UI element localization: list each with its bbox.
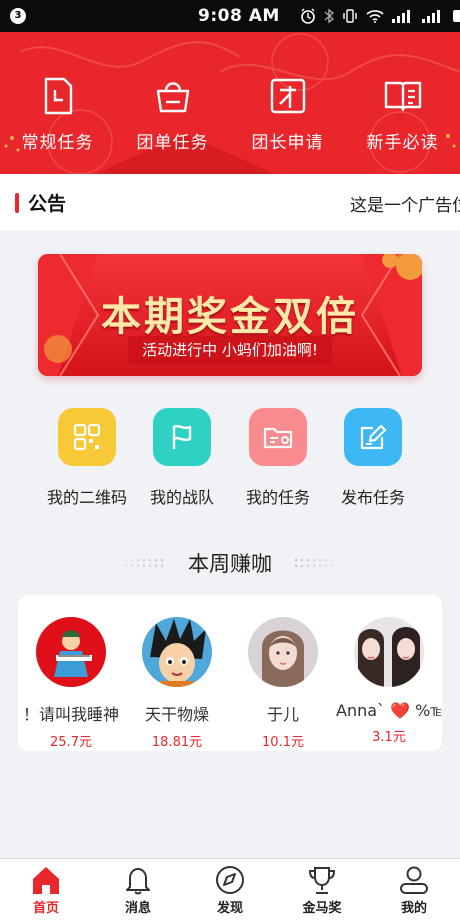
header-quick-actions: 常规任务 团单任务 团长申请 新手必读	[0, 32, 460, 174]
signal-icon-2	[422, 10, 440, 23]
avatar	[36, 617, 106, 687]
status-bar: 3 9:08 AM	[0, 0, 460, 32]
feature-icon-bg	[249, 408, 307, 466]
status-time: 9:08 AM	[198, 6, 280, 26]
feature-my-team[interactable]: 我的战队	[132, 408, 232, 508]
earner-item[interactable]: 于儿 10.1元	[230, 617, 336, 750]
earner-item[interactable]: ！请叫我睡神 25.7元	[18, 617, 124, 750]
status-icons	[300, 6, 460, 26]
tab-messages[interactable]: 消息	[92, 865, 184, 916]
feature-icon-bg	[344, 408, 402, 466]
earner-name: ！请叫我睡神	[22, 705, 119, 724]
feature-label: 我的任务	[245, 488, 310, 507]
feature-icon-bg	[58, 408, 116, 466]
feature-publish-task[interactable]: 发布任务	[323, 408, 423, 508]
earner-name: Anna` ❤️ %℡	[336, 701, 442, 720]
tab-label: 我的	[400, 901, 427, 916]
feature-label: 发布任务	[340, 488, 405, 507]
quick-action-group-task[interactable]: 团单任务	[115, 76, 230, 153]
quick-action-label: 团单任务	[136, 133, 209, 153]
battery-icon	[453, 10, 460, 22]
earner-amount: 18.81元	[151, 735, 203, 750]
alarm-icon	[301, 8, 315, 24]
quick-action-leader-apply[interactable]: 团长申请	[230, 76, 345, 153]
promo-banner[interactable]: 本期奖金双倍 活动进行中 小蚂们加油啊!	[38, 254, 422, 376]
notice-marquee-text: 这是一个广告位	[350, 196, 460, 216]
bluetooth-icon	[324, 8, 334, 24]
feature-icon-bg	[153, 408, 211, 466]
banner-subtitle: 活动进行中 小蚂们加油啊!	[142, 341, 318, 359]
quick-action-label: 团长申请	[251, 133, 324, 153]
edit-icon	[360, 424, 387, 450]
notice-bar[interactable]: 公告 这是一个广告位	[0, 174, 460, 230]
earner-name: 天干物燥	[144, 705, 209, 724]
signal-icon	[392, 10, 410, 23]
avatar	[142, 617, 212, 687]
qr-grid-icon	[73, 423, 101, 451]
earner-amount: 10.1元	[262, 735, 304, 750]
notice-accent-bar	[15, 193, 19, 213]
feature-my-tasks[interactable]: 我的任务	[228, 408, 328, 508]
earner-amount: 25.7元	[50, 735, 92, 750]
earner-item[interactable]: 天干物燥 18.81元	[124, 617, 230, 750]
flag-icon	[172, 424, 192, 449]
weekly-earners-title: 本周赚咖	[188, 552, 272, 576]
tab-label: 金马奖	[302, 901, 342, 916]
tab-label: 首页	[32, 901, 59, 916]
bottom-tab-bar: 首页 消息 发现 金马奖 我的	[0, 858, 460, 920]
notice-title: 公告	[28, 193, 67, 215]
folder-icon	[263, 427, 293, 449]
avatar	[354, 617, 424, 687]
tab-mine[interactable]: 我的	[368, 865, 460, 916]
basket-icon	[156, 82, 189, 113]
quick-action-label: 新手必读	[366, 133, 439, 153]
book-icon	[384, 81, 421, 112]
tab-home[interactable]: 首页	[0, 865, 92, 916]
feature-label: 我的二维码	[46, 488, 127, 507]
feature-label: 我的战队	[149, 488, 214, 507]
tab-label: 发现	[216, 901, 243, 916]
earner-item[interactable]: Anna` ❤️ %℡ 3.1元	[336, 617, 442, 745]
wifi-icon	[366, 10, 384, 23]
vibrate-icon	[343, 9, 357, 23]
user-icon	[400, 866, 428, 894]
feature-my-qrcode[interactable]: 我的二维码	[37, 408, 137, 508]
tab-label: 消息	[124, 901, 151, 916]
quick-action-regular-task[interactable]: 常规任务	[0, 76, 115, 153]
quick-action-beginner-guide[interactable]: 新手必读	[345, 76, 460, 153]
home-icon	[33, 867, 59, 894]
apply-card-icon	[270, 78, 305, 114]
document-icon	[44, 77, 72, 115]
compass-icon	[216, 866, 244, 894]
banner-title: 本期奖金双倍	[101, 294, 359, 340]
weekly-earners-card: ！请叫我睡神 25.7元 天干物燥 18.81元 于儿 10.1元 Anna` …	[18, 595, 442, 751]
earner-name: 于儿	[266, 705, 299, 724]
bell-icon	[126, 868, 150, 895]
trophy-icon	[308, 867, 336, 894]
section-dots-right	[294, 558, 334, 568]
tab-golden-horse[interactable]: 金马奖	[276, 865, 368, 916]
avatar	[248, 617, 318, 687]
tab-discover[interactable]: 发现	[184, 865, 276, 916]
quick-action-label: 常规任务	[21, 133, 94, 153]
earner-amount: 3.1元	[372, 730, 406, 745]
notification-count-badge: 3	[10, 8, 26, 24]
